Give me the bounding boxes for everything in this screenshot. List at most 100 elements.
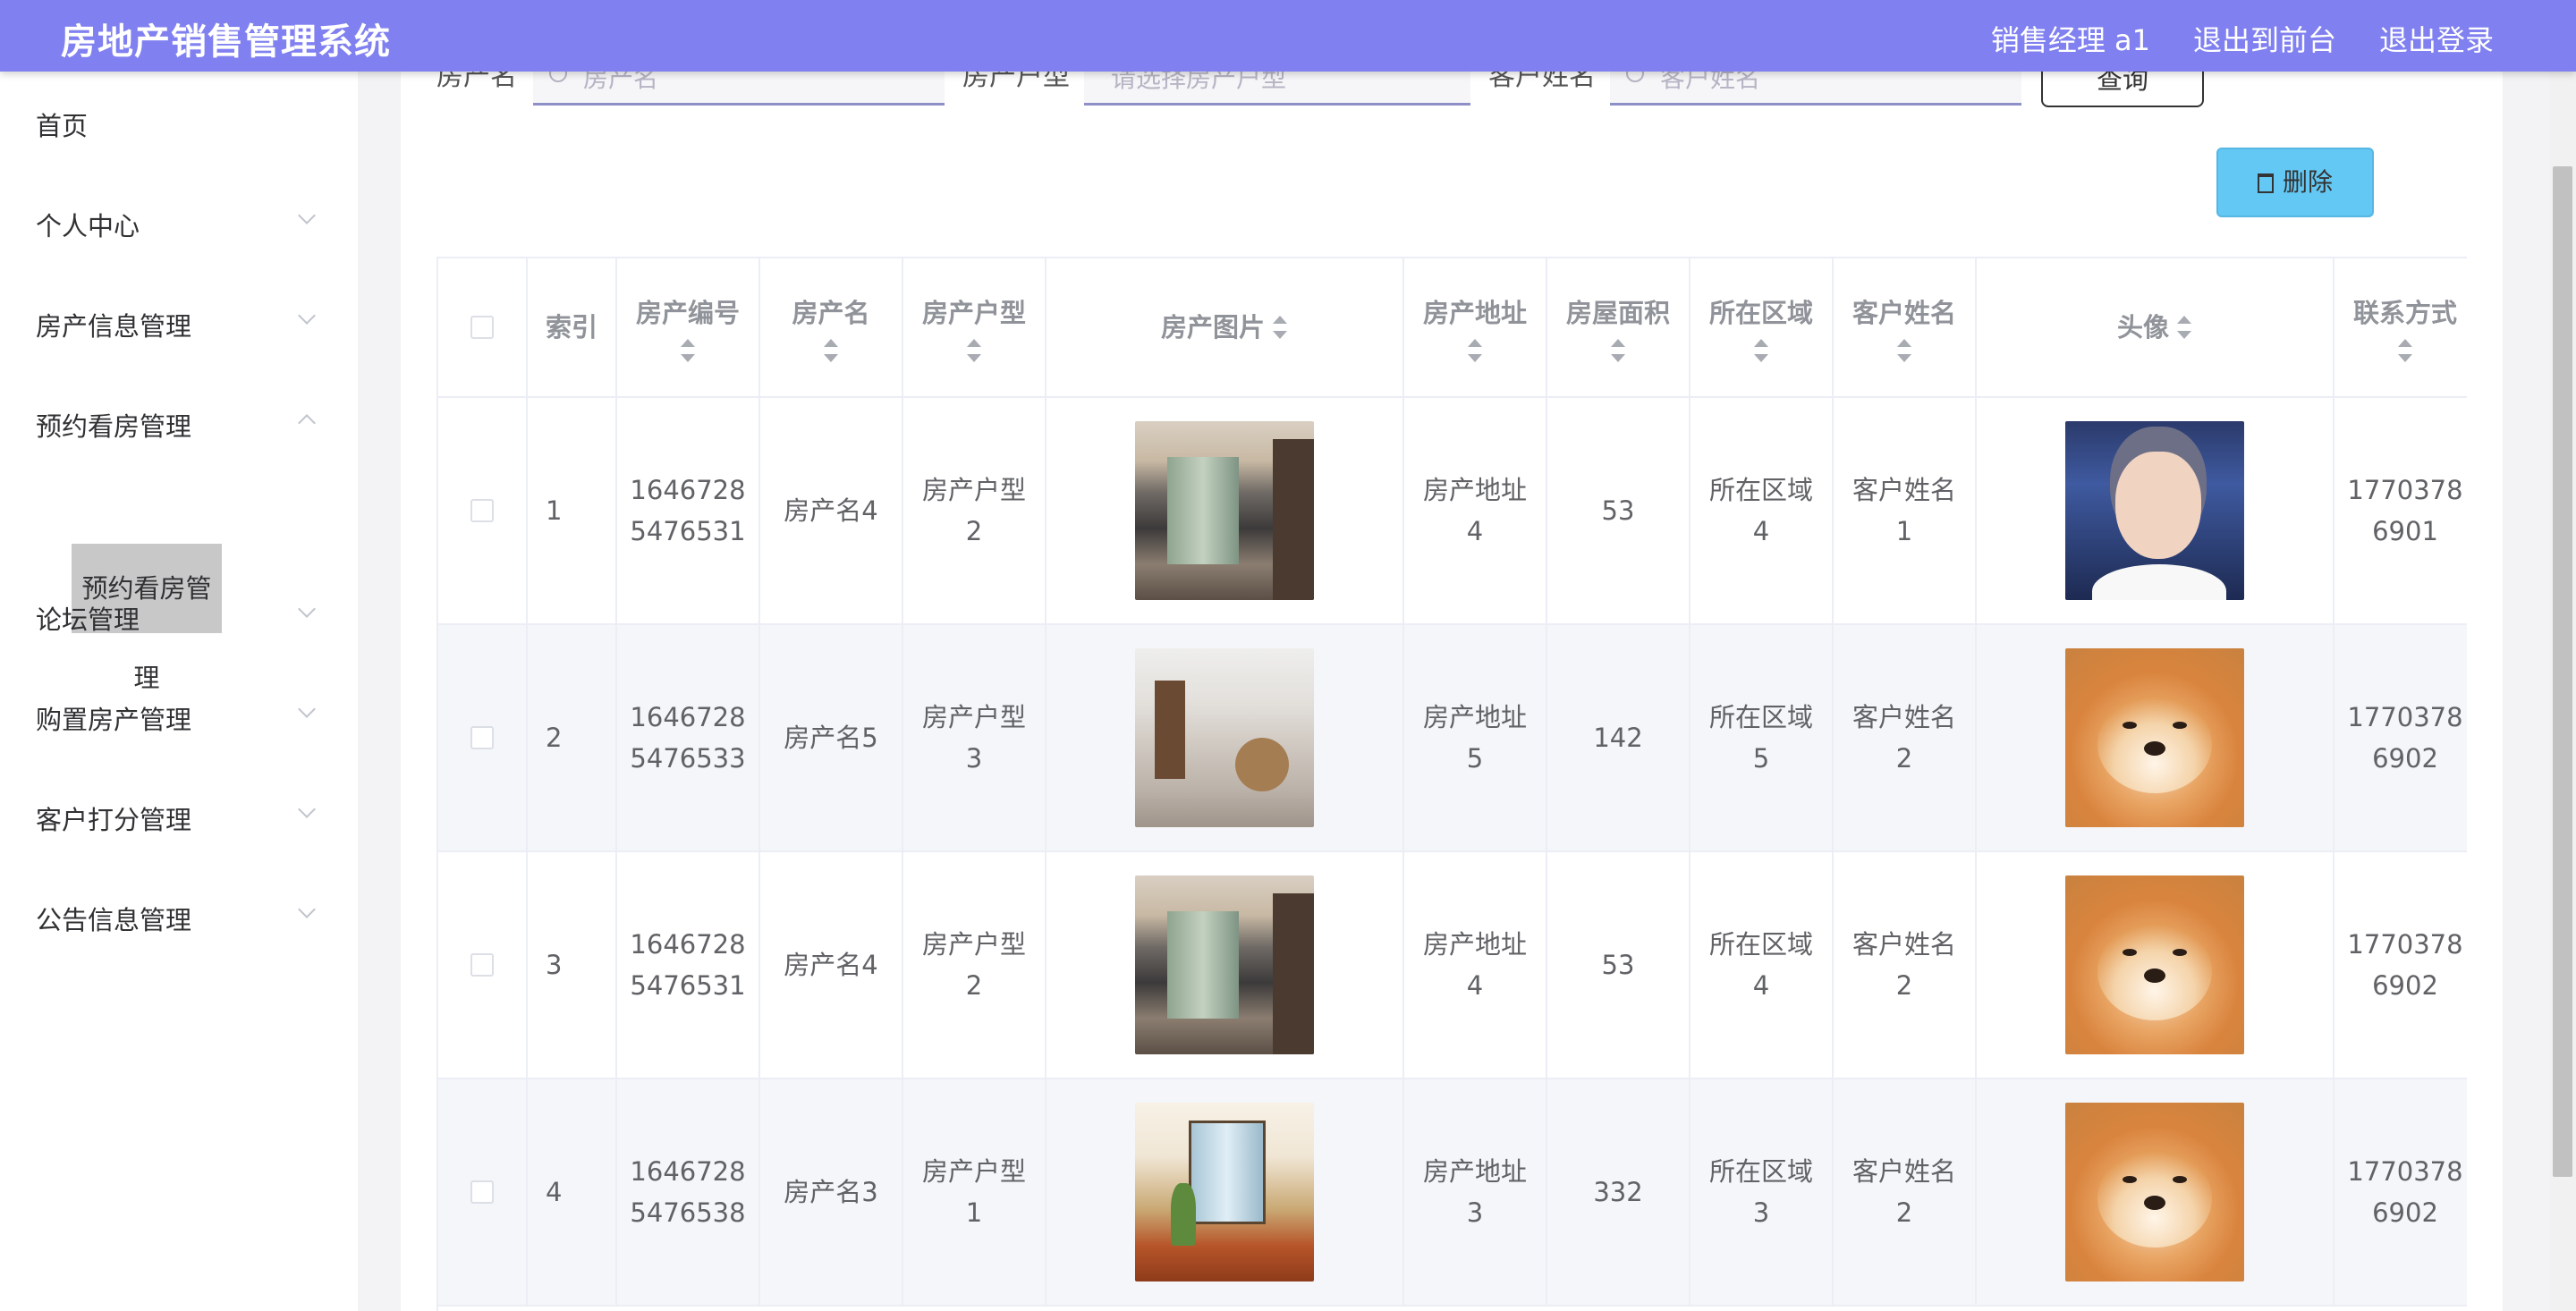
sidebar-item-home[interactable]: 首页 — [36, 106, 88, 143]
header-select-all[interactable] — [438, 258, 528, 398]
code-part: 5476533 — [630, 743, 746, 774]
sort-icon[interactable] — [966, 339, 982, 362]
scrollbar-thumb[interactable] — [2553, 166, 2572, 1177]
column-header-customer[interactable]: 客户姓名 — [1834, 258, 1977, 398]
select-all-checkbox[interactable] — [470, 316, 494, 339]
column-header-label: 联系方式 — [2352, 298, 2457, 328]
type-part: 房产户型 — [921, 1156, 1026, 1187]
region-cell: 所在区域 4 — [1690, 852, 1834, 1079]
sort-icon[interactable] — [823, 339, 839, 362]
address-part: 4 — [1466, 970, 1484, 1001]
sort-icon[interactable] — [1753, 339, 1769, 362]
address-part: 房产地址 — [1422, 929, 1527, 960]
sidebar-item-announcements[interactable]: 公告信息管理 — [36, 900, 191, 937]
column-header-phone[interactable]: 联系方式 — [2334, 258, 2467, 398]
column-header-label: 房产地址 — [1422, 298, 1527, 328]
row-select-cell[interactable] — [438, 852, 528, 1079]
photo-cell — [1046, 852, 1404, 1079]
sidebar-item-forum[interactable]: 论坛管理 — [36, 599, 140, 637]
property-photo[interactable] — [1135, 875, 1314, 1054]
code-cell: 1646728 5476531 — [617, 852, 760, 1079]
chevron-down-icon — [298, 207, 316, 224]
avatar[interactable] — [2065, 648, 2244, 827]
column-header-address[interactable]: 房产地址 — [1404, 258, 1547, 398]
area-cell: 53 — [1547, 852, 1690, 1079]
code-cell: 1646728 5476531 — [617, 398, 760, 625]
type-cell: 房产户型 2 — [903, 398, 1046, 625]
column-header-index: 索引 — [528, 258, 617, 398]
name-cell: 房产名4 — [760, 398, 903, 625]
column-header-label: 索引 — [545, 312, 597, 343]
region-part: 4 — [1752, 516, 1770, 546]
row-select-cell[interactable] — [438, 1079, 528, 1307]
area-cell: 142 — [1547, 625, 1690, 852]
address-cell: 房产地址 5 — [1404, 625, 1547, 852]
sidebar-item-property-info[interactable]: 房产信息管理 — [36, 306, 191, 343]
column-header-area[interactable]: 房屋面积 — [1547, 258, 1690, 398]
delete-button[interactable]: 删除 — [2216, 148, 2374, 217]
address-part: 4 — [1466, 516, 1484, 546]
column-header-name[interactable]: 房产名 — [760, 258, 903, 398]
address-part: 3 — [1466, 1197, 1484, 1228]
sidebar-item-purchases[interactable]: 购置房产管理 — [36, 699, 191, 737]
phone-part: 1770378 — [2347, 702, 2463, 732]
customer-part: 客户姓名 — [1852, 702, 1956, 732]
avatar-cell — [1977, 398, 2334, 625]
phone-part: 6901 — [2372, 516, 2438, 546]
column-header-photo[interactable]: 房产图片 — [1046, 258, 1404, 398]
sidebar-item-profile[interactable]: 个人中心 — [36, 206, 140, 243]
column-header-avatar[interactable]: 头像 — [1977, 258, 2334, 398]
phone-cell: 1770378 6902 — [2334, 852, 2467, 1079]
column-header-label: 房产名 — [792, 298, 870, 328]
phone-cell: 1770378 6902 — [2334, 1079, 2467, 1307]
row-checkbox[interactable] — [470, 953, 494, 977]
avatar[interactable] — [2065, 421, 2244, 600]
column-header-type[interactable]: 房产户型 — [903, 258, 1046, 398]
customer-part: 1 — [1895, 516, 1913, 546]
region-part: 所在区域 — [1708, 1156, 1813, 1187]
code-part: 1646728 — [630, 475, 746, 505]
address-cell: 房产地址 4 — [1404, 852, 1547, 1079]
sidebar-item-viewing-appointments[interactable]: 预约看房管理 — [36, 406, 191, 444]
avatar-cell — [1977, 625, 2334, 852]
name-cell: 房产名5 — [760, 625, 903, 852]
column-header-label: 房产图片 — [1160, 312, 1265, 343]
code-cell: 1646728 5476533 — [617, 625, 760, 852]
avatar[interactable] — [2065, 875, 2244, 1054]
sort-icon[interactable] — [1610, 339, 1626, 362]
user-label[interactable]: 销售经理 a1 — [1991, 18, 2150, 59]
row-select-cell[interactable] — [438, 398, 528, 625]
address-part: 房产地址 — [1422, 475, 1527, 505]
logout-link[interactable]: 退出登录 — [2379, 18, 2494, 59]
property-photo[interactable] — [1135, 1103, 1314, 1281]
row-select-cell[interactable] — [438, 625, 528, 852]
code-part: 1646728 — [630, 1156, 746, 1187]
code-part: 5476538 — [630, 1197, 746, 1228]
area-cell: 53 — [1547, 398, 1690, 625]
photo-cell — [1046, 398, 1404, 625]
property-photo[interactable] — [1135, 421, 1314, 600]
sidebar: 首页 个人中心 房产信息管理 预约看房管理 预约看房管理 论坛管理 购置房产管理… — [0, 72, 358, 1311]
sort-icon[interactable] — [1896, 339, 1912, 362]
chevron-down-icon — [298, 307, 316, 325]
sort-icon[interactable] — [2397, 339, 2413, 362]
sidebar-item-customer-ratings[interactable]: 客户打分管理 — [36, 799, 191, 837]
row-checkbox[interactable] — [470, 726, 494, 749]
type-part: 1 — [965, 1197, 983, 1228]
customer-cell: 客户姓名 2 — [1834, 852, 1977, 1079]
row-checkbox[interactable] — [470, 499, 494, 522]
avatar[interactable] — [2065, 1103, 2244, 1281]
row-checkbox[interactable] — [470, 1180, 494, 1204]
name-cell: 房产名4 — [760, 852, 903, 1079]
column-header-region[interactable]: 所在区域 — [1690, 258, 1834, 398]
region-part: 所在区域 — [1708, 929, 1813, 960]
sort-icon[interactable] — [680, 339, 696, 362]
back-to-front-link[interactable]: 退出到前台 — [2193, 18, 2336, 59]
column-header-code[interactable]: 房产编号 — [617, 258, 760, 398]
sort-icon[interactable] — [2176, 316, 2192, 339]
sort-icon[interactable] — [1467, 339, 1483, 362]
address-cell: 房产地址 3 — [1404, 1079, 1547, 1307]
page-scrollbar[interactable] — [2549, 72, 2576, 1311]
sort-icon[interactable] — [1272, 316, 1288, 339]
property-photo[interactable] — [1135, 648, 1314, 827]
